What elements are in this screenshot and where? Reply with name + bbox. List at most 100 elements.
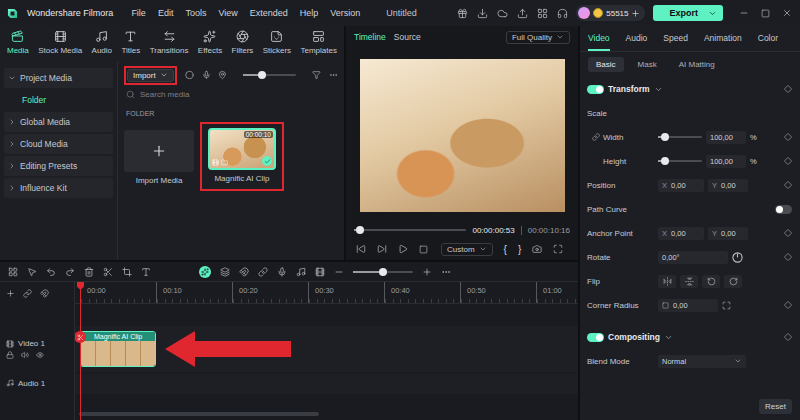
inspector-subtab[interactable]: Mask [630, 57, 665, 72]
undo-icon[interactable] [46, 267, 56, 277]
crop-icon[interactable] [122, 267, 132, 277]
fullscreen-icon[interactable] [553, 244, 563, 254]
keyframe-icon[interactable] [784, 133, 792, 141]
zoom-out-icon[interactable] [334, 267, 344, 277]
time-ruler[interactable]: 00:0000:1000:2000:3000:4000:5001:00 [75, 282, 578, 304]
timeline-tracks[interactable]: 00:0000:1000:2000:3000:4000:5001:00 Magni… [75, 282, 578, 420]
layout-icon[interactable] [537, 8, 548, 19]
section-toggle[interactable] [587, 85, 604, 94]
player-tab[interactable]: Timeline [354, 32, 386, 42]
upload-icon[interactable] [517, 8, 528, 19]
toggle-switch[interactable] [775, 205, 792, 214]
value-slider[interactable] [658, 160, 702, 162]
previous-frame-icon[interactable] [356, 244, 366, 254]
keyframe-icon[interactable] [784, 157, 792, 165]
media-tab[interactable]: Media [7, 30, 29, 60]
menu-item[interactable]: Extended [250, 8, 288, 18]
mark-in-button[interactable]: { [504, 244, 507, 255]
support-icon[interactable] [557, 8, 568, 19]
expand-icon[interactable] [722, 301, 731, 310]
inspector-tab[interactable]: Animation [704, 26, 742, 51]
radius-field[interactable]: 0,00 [658, 299, 718, 312]
y-field[interactable]: Y0,00 [708, 179, 748, 192]
inspector-tab[interactable]: Video [588, 26, 610, 51]
import-media-card[interactable]: Import Media [124, 122, 194, 185]
more-icon[interactable] [441, 267, 451, 277]
keyframe-icon[interactable] [784, 333, 792, 341]
rotate-field[interactable]: 0,00° [658, 251, 728, 264]
sidebar-item[interactable]: Project Media [4, 68, 113, 88]
lock-icon[interactable] [6, 351, 14, 359]
mic-icon[interactable] [202, 70, 211, 80]
media-tab[interactable]: Audio [92, 30, 112, 60]
snap-icon[interactable] [40, 289, 49, 298]
audio-icon[interactable] [296, 267, 306, 277]
menu-item[interactable]: Edit [158, 8, 174, 18]
flip-horizontal-button[interactable] [658, 275, 676, 288]
link-icon[interactable] [258, 267, 268, 277]
menu-item[interactable]: Tools [185, 8, 206, 18]
media-tab[interactable]: Stock Media [38, 30, 82, 60]
reset-button[interactable]: Reset [759, 399, 792, 414]
media-tab[interactable]: Templates [301, 30, 337, 60]
link-icon[interactable] [23, 289, 32, 298]
sidebar-item[interactable]: Editing Presets [4, 156, 113, 176]
value-field[interactable]: 100,00 [706, 155, 746, 168]
x-field[interactable]: X0,00 [658, 179, 704, 192]
blend-mode-select[interactable]: Normal [658, 355, 746, 368]
player-tab[interactable]: Source [394, 32, 421, 42]
close-icon[interactable] [782, 8, 792, 18]
timeline-clip[interactable]: Magnific AI Clip [80, 331, 156, 367]
quality-dropdown[interactable]: Full Quality [506, 31, 570, 44]
flip-vertical-button[interactable] [680, 275, 698, 288]
layers-icon[interactable] [220, 267, 230, 277]
playback-scrubber[interactable] [354, 229, 466, 231]
keyframe-icon[interactable] [784, 85, 792, 93]
value-field[interactable]: 100,00 [706, 131, 746, 144]
delete-icon[interactable] [84, 267, 94, 277]
snapshot-icon[interactable] [532, 244, 542, 254]
menu-item[interactable]: View [218, 8, 237, 18]
add-track-icon[interactable] [6, 289, 15, 298]
next-frame-icon[interactable] [377, 244, 387, 254]
avatar[interactable] [578, 7, 590, 19]
clip-thumbnail[interactable]: 00:00:10 [208, 128, 276, 170]
media-tab[interactable]: Filters [232, 30, 254, 60]
video-track[interactable]: Magnific AI Clip [75, 326, 578, 372]
sidebar-item[interactable]: Global Media [4, 112, 113, 132]
audio-track[interactable] [75, 374, 578, 394]
redo-icon[interactable] [65, 267, 75, 277]
y-field[interactable]: Y0,00 [708, 227, 748, 240]
mark-out-button[interactable]: } [518, 244, 521, 255]
record-icon[interactable] [185, 70, 194, 80]
download-icon[interactable] [477, 8, 488, 19]
inspector-tab[interactable]: Audio [626, 26, 648, 51]
split-icon[interactable] [103, 267, 113, 277]
text-icon[interactable] [141, 267, 151, 277]
render-icon[interactable] [315, 267, 325, 277]
value-slider[interactable] [658, 136, 702, 138]
inspector-tab[interactable]: Color [758, 26, 778, 51]
credits-badge[interactable]: 55515 [576, 5, 645, 21]
menu-item[interactable]: Help [300, 8, 319, 18]
import-button[interactable]: Import [127, 69, 174, 82]
export-button[interactable]: Export [653, 5, 723, 21]
rotate-left-button[interactable] [702, 275, 720, 288]
more-icon[interactable] [329, 70, 338, 80]
sidebar-item[interactable]: Cloud Media [4, 134, 113, 154]
thumbnail-size-slider[interactable] [243, 74, 296, 76]
link-icon[interactable] [592, 133, 600, 141]
ratio-dropdown[interactable]: Custom [441, 243, 493, 256]
minimize-icon[interactable] [739, 8, 749, 18]
timeline-zoom-slider[interactable] [353, 271, 413, 273]
rotate-right-button[interactable] [724, 275, 742, 288]
play-icon[interactable] [398, 244, 408, 254]
eye-icon[interactable] [36, 351, 44, 359]
layout-icon[interactable] [8, 267, 18, 277]
inspector-tab[interactable]: Speed [663, 26, 688, 51]
stop-icon[interactable] [419, 245, 428, 254]
chevron-icon[interactable] [654, 85, 663, 94]
menu-item[interactable]: Version [330, 8, 360, 18]
media-tab[interactable]: Effects [198, 30, 222, 60]
snap-icon[interactable] [239, 267, 249, 277]
